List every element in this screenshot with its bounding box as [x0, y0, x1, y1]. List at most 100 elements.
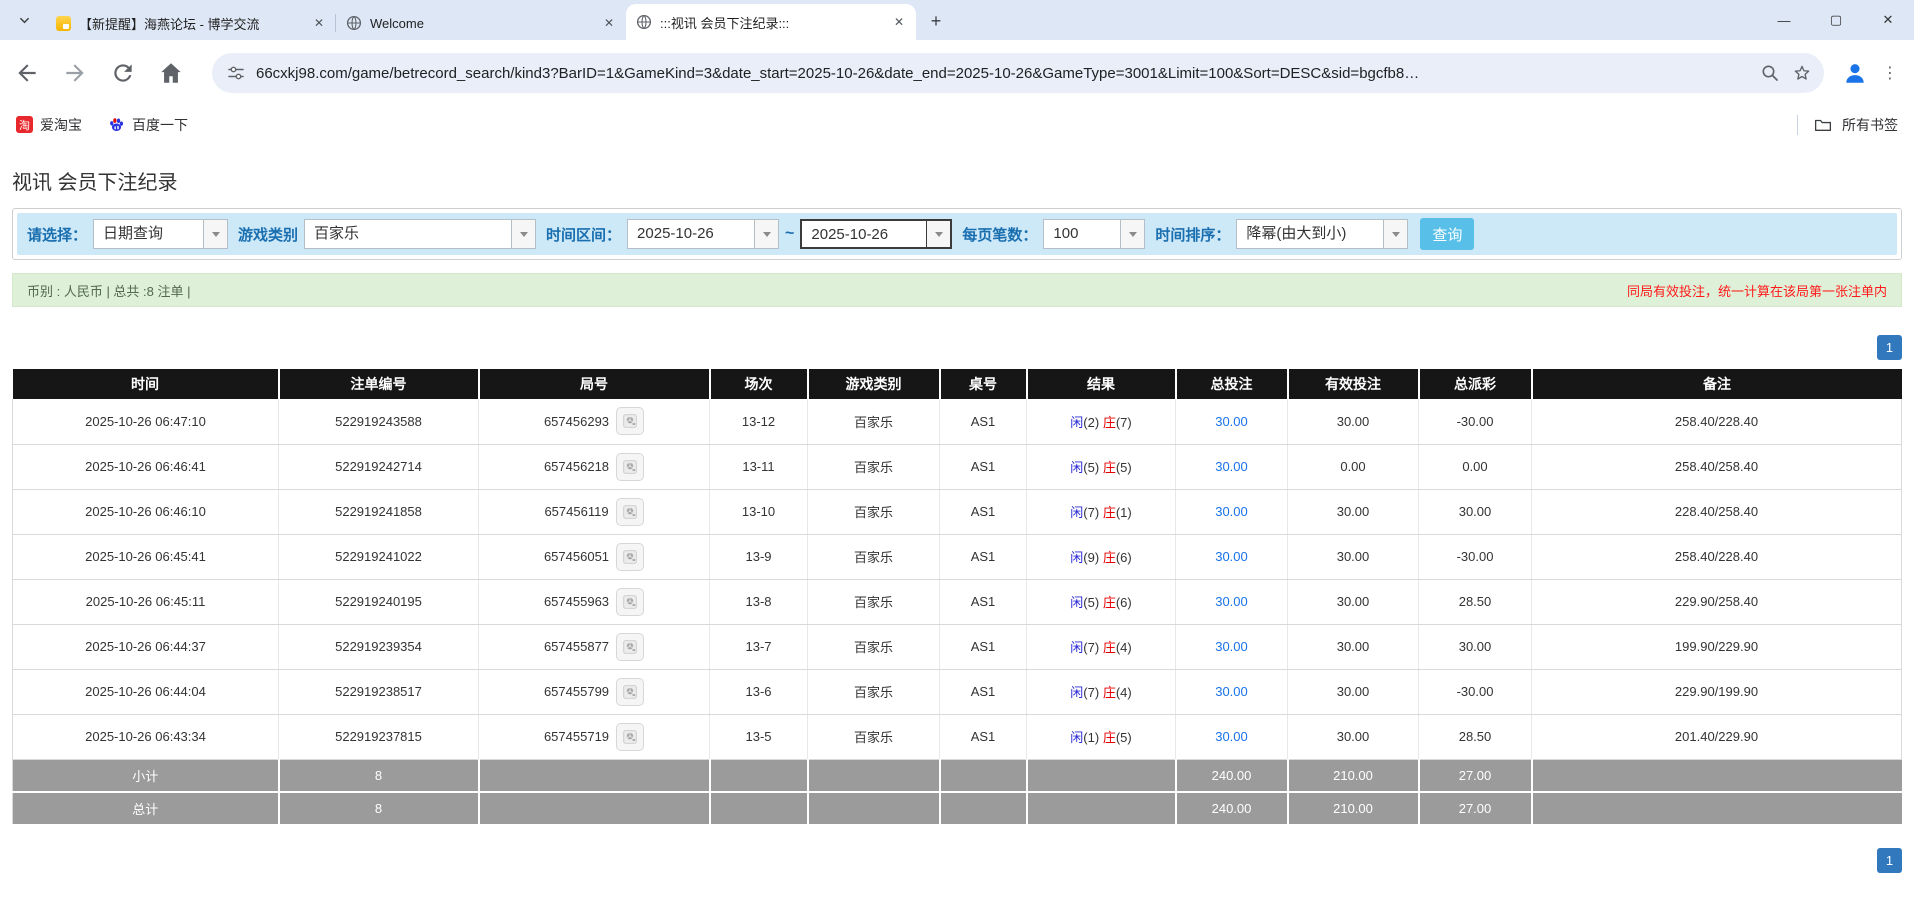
session: 13-9	[710, 534, 808, 579]
total-bet-link[interactable]: 30.00	[1215, 639, 1248, 654]
table-no: AS1	[940, 399, 1027, 444]
table-no: AS1	[940, 489, 1027, 534]
total-count: 8	[279, 792, 479, 825]
profile-avatar-icon[interactable]	[1842, 60, 1868, 86]
bookmark-taobao[interactable]: 淘 爱淘宝	[16, 115, 82, 135]
tab-close-icon[interactable]: ✕	[890, 13, 908, 31]
round-id: 657456218	[544, 459, 609, 474]
film-icon	[621, 548, 639, 566]
total-bet-link[interactable]: 30.00	[1215, 729, 1248, 744]
search-button[interactable]: 查询	[1420, 218, 1474, 250]
video-replay-button[interactable]	[616, 723, 644, 751]
pagination-page-1[interactable]: 1	[1877, 848, 1902, 873]
total-bet-link[interactable]: 30.00	[1215, 549, 1248, 564]
bookmark-star-icon[interactable]	[1792, 63, 1812, 83]
round-id-cell: 657456293	[479, 399, 710, 444]
back-icon[interactable]	[14, 60, 40, 86]
total-bet-cell: 30.00	[1176, 444, 1288, 489]
url-bar[interactable]: 66cxkj98.com/game/betrecord_search/kind3…	[212, 53, 1824, 93]
dropdown-arrow-icon[interactable]	[203, 220, 227, 248]
video-replay-button[interactable]	[616, 633, 644, 661]
tab-close-icon[interactable]: ✕	[600, 14, 618, 32]
total-bet-link[interactable]: 30.00	[1215, 684, 1248, 699]
zoom-level-icon[interactable]	[1760, 63, 1780, 83]
payout: 30.00	[1419, 624, 1532, 669]
total-bet-cell: 30.00	[1176, 534, 1288, 579]
total-bet-cell: 30.00	[1176, 399, 1288, 444]
taobao-icon: 淘	[16, 116, 33, 133]
video-replay-button[interactable]	[616, 543, 644, 571]
browser-tab-betrecord-active[interactable]: :::视讯 会员下注纪录::: ✕	[626, 4, 916, 40]
player-score: (5)	[1083, 460, 1099, 475]
valid-bet-notice-text: 同局有效投注，统一计算在该局第一张注单内	[1627, 281, 1887, 300]
dropdown-arrow-icon[interactable]	[926, 221, 950, 247]
tab-title: Welcome	[370, 16, 600, 31]
url-text[interactable]: 66cxkj98.com/game/betrecord_search/kind3…	[256, 65, 1748, 82]
globe-icon	[636, 14, 652, 30]
browser-tab-welcome[interactable]: Welcome ✕	[336, 6, 626, 40]
browser-menu-icon[interactable]: ⋮	[1880, 61, 1900, 85]
bookmark-label: 百度一下	[132, 115, 188, 135]
payout: 0.00	[1419, 444, 1532, 489]
query-type-select[interactable]: 日期查询	[93, 219, 228, 249]
col-header-table-no: 桌号	[940, 369, 1027, 399]
total-bet-link[interactable]: 30.00	[1215, 414, 1248, 429]
sort-select[interactable]: 降幂(由大到小)	[1236, 219, 1408, 249]
forward-icon[interactable]	[62, 60, 88, 86]
all-bookmarks-label: 所有书签	[1842, 115, 1898, 135]
bookmark-baidu[interactable]: 百度一下	[108, 115, 188, 135]
total-label: 总计	[13, 792, 279, 825]
dropdown-arrow-icon[interactable]	[1383, 220, 1407, 248]
video-replay-button[interactable]	[616, 498, 644, 526]
bet-record-row: 2025-10-26 06:46:10 522919241858 6574561…	[13, 489, 1902, 534]
dropdown-arrow-icon[interactable]	[1120, 220, 1144, 248]
total-bet-link[interactable]: 30.00	[1215, 504, 1248, 519]
bookmark-label: 爱淘宝	[40, 115, 82, 135]
date-end-select[interactable]: 2025-10-26	[800, 219, 952, 249]
page-size-select[interactable]: 100	[1043, 219, 1145, 249]
total-bet-link[interactable]: 30.00	[1215, 459, 1248, 474]
video-replay-button[interactable]	[616, 678, 644, 706]
reload-icon[interactable]	[110, 60, 136, 86]
video-replay-button[interactable]	[616, 588, 644, 616]
pagination-page-1[interactable]: 1	[1877, 335, 1902, 360]
bet-id: 522919240195	[279, 579, 479, 624]
total-bet-cell: 30.00	[1176, 624, 1288, 669]
browser-tab-strip: 【新提醒】海燕论坛 - 博学交流 ✕ Welcome ✕ :::视讯 会员下注纪…	[0, 0, 1914, 40]
game-type: 百家乐	[808, 669, 940, 714]
home-icon[interactable]	[158, 60, 184, 86]
session: 13-6	[710, 669, 808, 714]
date-start-select[interactable]: 2025-10-26	[627, 219, 779, 249]
video-replay-button[interactable]	[616, 407, 644, 435]
game-type: 百家乐	[808, 444, 940, 489]
browser-tab-forum[interactable]: 【新提醒】海燕论坛 - 博学交流 ✕	[46, 6, 336, 40]
tab-close-icon[interactable]: ✕	[310, 14, 328, 32]
window-minimize-button[interactable]: —	[1758, 0, 1810, 40]
site-info-icon[interactable]	[226, 63, 246, 83]
bet-id: 522919241858	[279, 489, 479, 534]
session: 13-8	[710, 579, 808, 624]
payout: -30.00	[1419, 669, 1532, 714]
player-label: 闲	[1070, 415, 1083, 430]
result-cell: 闲(5) 庄(6)	[1027, 579, 1176, 624]
bet-id: 522919243588	[279, 399, 479, 444]
all-bookmarks-button[interactable]: 所有书签	[1797, 115, 1898, 135]
new-tab-button[interactable]: +	[922, 7, 950, 35]
table-no: AS1	[940, 444, 1027, 489]
dropdown-arrow-icon[interactable]	[754, 220, 778, 248]
player-score: (2)	[1083, 415, 1099, 430]
dropdown-arrow-icon[interactable]	[511, 220, 535, 248]
total-bet-link[interactable]: 30.00	[1215, 594, 1248, 609]
tab-search-button[interactable]	[10, 6, 38, 34]
round-id: 657456051	[544, 549, 609, 564]
window-maximize-button[interactable]: ▢	[1810, 0, 1862, 40]
filter-toolbar: 请选择： 日期查询 游戏类别 百家乐 时间区间： 2025-10-26 ~ 20…	[17, 213, 1897, 255]
bet-time: 2025-10-26 06:43:34	[13, 714, 279, 759]
window-close-button[interactable]: ✕	[1862, 0, 1914, 40]
round-id-cell: 657455719	[479, 714, 710, 759]
game-type-select[interactable]: 百家乐	[304, 219, 536, 249]
game-type: 百家乐	[808, 579, 940, 624]
round-id-cell: 657456051	[479, 534, 710, 579]
banker-label: 庄	[1103, 460, 1116, 475]
video-replay-button[interactable]	[616, 453, 644, 481]
